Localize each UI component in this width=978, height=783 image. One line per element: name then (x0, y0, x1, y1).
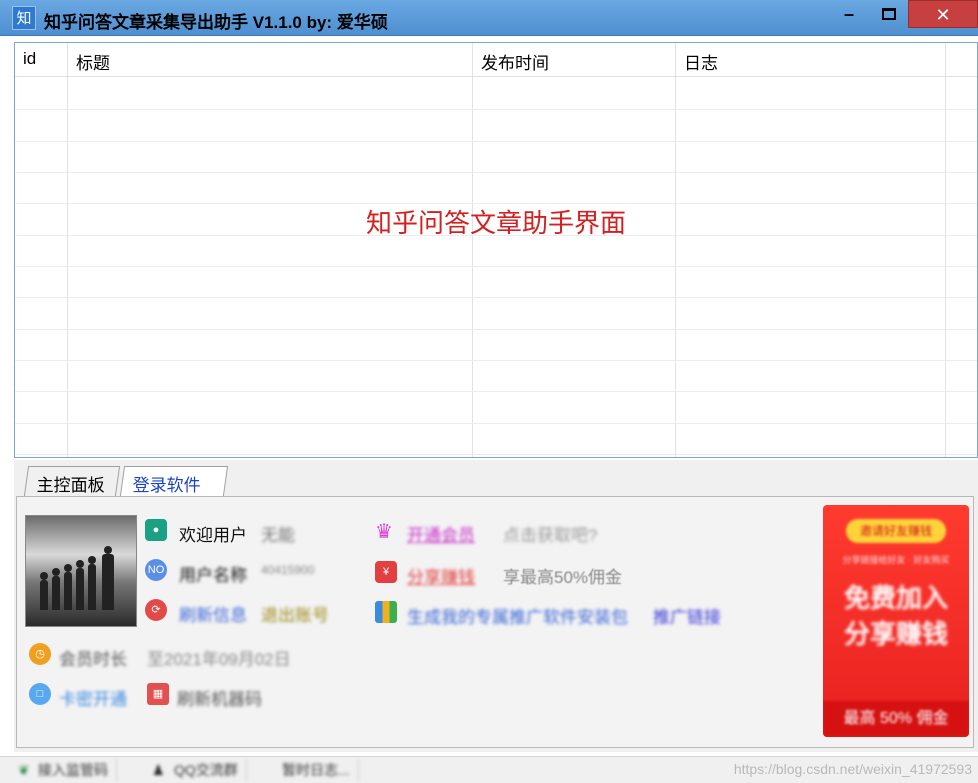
title-bar: 知 知乎问答文章采集导出助手 V1.1.0 by: 爱华硕 – ✕ (0, 0, 978, 36)
status-item-qq-group[interactable]: ♟ QQ交流群 (150, 759, 247, 781)
status-item-log[interactable]: 暂时日志... (282, 759, 359, 781)
close-button[interactable]: ✕ (908, 0, 978, 28)
row-divider (15, 391, 977, 392)
promo-subtext: 分享链接给好友 · 好友购买 (842, 555, 950, 565)
column-time (473, 43, 676, 457)
user-icon: ● (145, 519, 167, 541)
column-title (68, 43, 473, 457)
generate-installer-link[interactable]: 生成我的专属推广软件安装包 (407, 603, 628, 628)
vip-hint: 点击获取吧? (503, 526, 598, 545)
logout-link[interactable]: 退出账号 (261, 601, 329, 626)
header-publish-time[interactable]: 发布时间 (481, 49, 549, 74)
app-icon: 知 (12, 6, 36, 30)
crown-icon: ♛ (375, 521, 393, 543)
refresh-info-link[interactable]: 刷新信息 (179, 601, 247, 626)
interface-caption: 知乎问答文章助手界面 (365, 208, 626, 238)
machine-code-icon: ▦ (147, 683, 169, 705)
promo-banner[interactable]: 邀请好友赚钱 分享链接给好友 · 好友购买 免费加入 分享赚钱 最高 50% 佣… (823, 505, 969, 737)
table-header: id 标题 发布时间 日志 (15, 43, 977, 77)
row-divider (15, 109, 977, 110)
minimize-button[interactable]: – (826, 0, 872, 28)
membership-expiry: 至2021年09月02日 (147, 650, 291, 669)
account-value: 40415900 (261, 563, 315, 577)
card-icon: □ (29, 683, 51, 705)
refresh-machine-code-link[interactable]: 刷新机器码 (177, 685, 262, 710)
refresh-icon: ⟳ (145, 599, 167, 621)
row-divider (15, 141, 977, 142)
money-bag-icon: ¥ (375, 561, 397, 583)
row-divider (15, 266, 977, 267)
welcome-value: 无能 (261, 526, 295, 545)
membership-label: 会员时长 (59, 650, 127, 669)
row-divider (15, 172, 977, 173)
tab-main-panel[interactable]: 主控面板 (23, 466, 121, 496)
welcome-label: 欢迎用户 (179, 526, 247, 545)
card-activate-link[interactable]: 卡密开通 (59, 685, 127, 710)
watermark: https://blog.csdn.net/weixin_41972593 (733, 761, 972, 777)
window-title: 知乎问答文章采集导出助手 V1.1.0 by: 爱华硕 (44, 13, 388, 32)
open-vip-link[interactable]: 开通会员 (407, 521, 475, 546)
row-divider (15, 423, 977, 424)
promo-headline-2: 分享赚钱 (843, 619, 948, 649)
promo-link[interactable]: 推广链接 (653, 603, 721, 628)
maximize-button[interactable] (872, 0, 906, 28)
status-item-monitor[interactable]: ❦ 接入监管码 (16, 759, 117, 781)
maximize-icon (882, 8, 896, 20)
login-tab-content: ● 欢迎用户 无能 NO 用户名称 40415900 ⟳ 刷新信息 退出账号 ◷… (16, 496, 974, 748)
leaf-icon: ❦ (18, 762, 30, 778)
row-divider (15, 297, 977, 298)
promo-pill: 邀请好友赚钱 (846, 519, 946, 543)
promo-footer: 最高 50% 佣金 (823, 701, 969, 737)
status-bar: ❦ 接入监管码 ♟ QQ交流群 暂时日志... https://blog.csdn.… (0, 756, 978, 783)
share-earn-link[interactable]: 分享赚钱 (407, 563, 475, 588)
package-icon (375, 601, 397, 623)
account-label: 用户名称 (179, 566, 247, 585)
share-hint: 享最高50%佣金 (503, 568, 623, 587)
column-log (676, 43, 946, 457)
qq-icon: ♟ (152, 762, 165, 778)
control-panel: 主控面板 登录软件 ● 欢迎用户 无能 NO 用户名称 40415900 ⟳ 刷… (14, 460, 978, 752)
promo-headline-1: 免费加入 (843, 583, 948, 613)
header-id[interactable]: id (23, 49, 36, 69)
row-divider (15, 329, 977, 330)
column-id (15, 43, 68, 457)
results-table[interactable]: id 标题 发布时间 日志 知乎问答文章助手界面 (14, 42, 978, 458)
header-log[interactable]: 日志 (684, 49, 718, 74)
row-divider (15, 360, 977, 361)
row-divider (15, 454, 977, 455)
header-title[interactable]: 标题 (76, 49, 110, 74)
clock-icon: ◷ (29, 643, 51, 665)
avatar (25, 515, 137, 627)
id-badge-icon: NO (145, 559, 167, 581)
tab-login-software[interactable]: 登录软件 (119, 466, 229, 496)
